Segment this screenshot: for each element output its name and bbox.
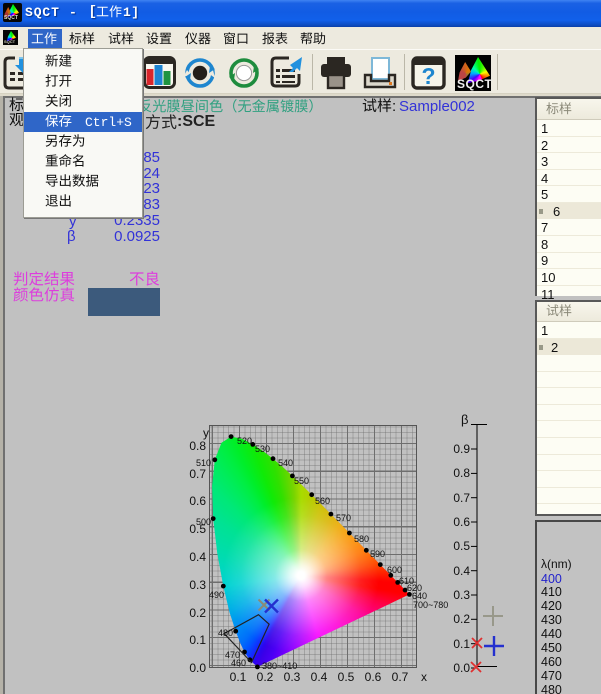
svg-text:?: ? xyxy=(421,63,435,89)
